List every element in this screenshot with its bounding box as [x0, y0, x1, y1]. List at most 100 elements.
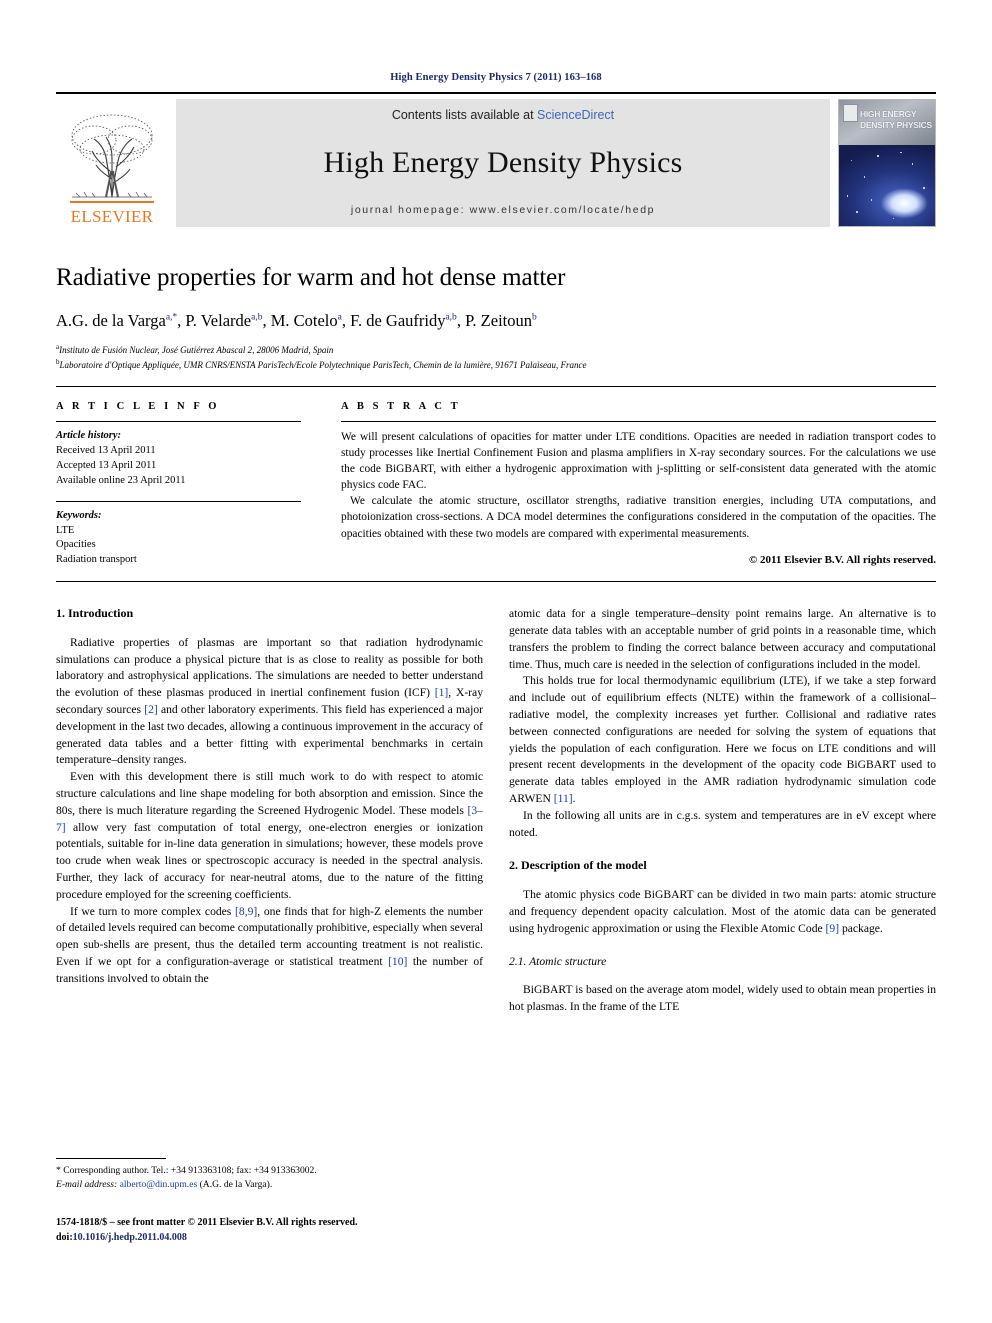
doi-label: doi:	[56, 1231, 73, 1243]
affiliation-list: aInstituto de Fusión Nuclear, José Gutié…	[56, 342, 936, 372]
author-entry: F. de Gaufridya,b	[350, 311, 457, 330]
body-paragraph: If we turn to more complex codes [8,9], …	[56, 904, 483, 988]
body-paragraph: atomic data for a single temperature–den…	[509, 607, 936, 671]
citation-ref[interactable]: [8,9]	[235, 905, 257, 918]
email-link[interactable]: alberto@din.upm.es	[120, 1179, 198, 1190]
author-entry: A.G. de la Vargaa,*	[56, 311, 177, 330]
running-head: High Energy Density Physics 7 (2011) 163…	[390, 72, 602, 83]
history-item: Received 13 April 2011	[56, 444, 156, 456]
citation-ref[interactable]: [2]	[144, 703, 158, 716]
article-info-heading: A R T I C L E I N F O	[56, 401, 220, 413]
cover-artwork	[839, 145, 935, 226]
abstract-body: We will present calculations of opacitie…	[341, 429, 936, 542]
cover-title-line1: HIGH ENERGY	[860, 109, 917, 119]
author-entry: P. Velardea,b	[185, 311, 262, 330]
footnote-email-line: E-mail address: alberto@din.upm.es (A.G.…	[56, 1178, 483, 1192]
info-bottom-rule	[56, 581, 936, 583]
author-entry: M. Coteloa	[271, 311, 342, 330]
body-columns: 1. Introduction Radiative properties of …	[56, 606, 936, 1016]
author-name: A.G. de la Varga	[56, 310, 166, 330]
cover-publisher-mark	[843, 104, 858, 122]
affiliation-item: bLaboratoire d'Optique Appliquée, UMR CN…	[56, 357, 936, 372]
author-sep: ,	[341, 310, 351, 330]
citation-ref[interactable]: [10]	[388, 955, 407, 968]
journal-homepage-line[interactable]: journal homepage: www.elsevier.com/locat…	[351, 204, 655, 216]
citation-ref[interactable]: [11]	[554, 792, 573, 805]
article-history-label: Article history:	[56, 430, 122, 442]
affiliation-text: Laboratoire d'Optique Appliquée, UMR CNR…	[59, 359, 587, 370]
elsevier-tree-icon	[70, 114, 154, 203]
body-column-left: 1. Introduction Radiative properties of …	[56, 606, 483, 1016]
abstract-paragraph: We calculate the atomic structure, oscil…	[341, 495, 936, 540]
author-sep: ,	[262, 310, 271, 330]
subsection-heading-atomic-structure: 2.1. Atomic structure	[509, 955, 607, 969]
author-marks: b	[531, 312, 537, 322]
paragraph-text: package.	[839, 921, 883, 935]
journal-cover-thumbnail: HIGH ENERGY DENSITY PHYSICS	[838, 99, 936, 227]
affiliation-item: aInstituto de Fusión Nuclear, José Gutié…	[56, 342, 936, 357]
keyword-item: LTE	[56, 524, 75, 536]
author-name: P. Zeitoun	[465, 310, 532, 330]
masthead-center-panel: Contents lists available at ScienceDirec…	[176, 99, 830, 227]
corresponding-author-footnote: * Corresponding author. Tel.: +34 913363…	[56, 1158, 483, 1192]
author-name: P. Velarde	[185, 310, 252, 330]
email-label: E-mail address:	[56, 1178, 118, 1190]
article-info-column: A R T I C L E I N F O Article history: R…	[56, 387, 301, 568]
issn-line: 1574-1818/$ – see front matter © 2011 El…	[56, 1217, 358, 1228]
keywords-rule	[56, 500, 301, 502]
footnote-rule	[56, 1158, 166, 1159]
info-abstract-area: A R T I C L E I N F O Article history: R…	[56, 387, 936, 568]
body-paragraph: BiGBART is based on the average atom mod…	[509, 983, 936, 1014]
keyword-item: Radiation transport	[56, 554, 137, 566]
elsevier-logo: ELSEVIER	[56, 99, 168, 227]
paragraph-text: Even with this development there is stil…	[56, 770, 483, 817]
cover-title-text: HIGH ENERGY DENSITY PHYSICS	[860, 109, 933, 130]
footnote-corresponding-line: * Corresponding author. Tel.: +34 913363…	[56, 1164, 483, 1178]
header-rule	[56, 92, 936, 94]
keywords-block: Keywords: LTE Opacities Radiation transp…	[56, 509, 301, 569]
author-list: A.G. de la Vargaa,*, P. Velardea,b, M. C…	[56, 310, 936, 331]
abstract-rule	[341, 421, 936, 423]
doi-line: doi:10.1016/j.hedp.2011.04.008	[56, 1231, 358, 1246]
sciencedirect-link[interactable]: ScienceDirect	[537, 108, 614, 122]
paragraph-text: This holds true for local thermodynamic …	[509, 674, 936, 806]
journal-title: High Energy Density Physics	[323, 146, 683, 179]
email-owner: (A.G. de la Varga).	[199, 1178, 273, 1190]
footnote-corresponding-text: Corresponding author. Tel.: +34 91336310…	[63, 1165, 317, 1176]
cover-title-line2: DENSITY PHYSICS	[860, 119, 932, 130]
article-history-block: Article history: Received 13 April 2011 …	[56, 429, 301, 489]
journal-masthead: ELSEVIER Contents lists available at Sci…	[56, 99, 936, 227]
doi-link[interactable]: 10.1016/j.hedp.2011.04.008	[73, 1232, 187, 1243]
author-marks: a,b	[445, 312, 457, 322]
article-info-rule	[56, 421, 301, 423]
contents-available-line: Contents lists available at ScienceDirec…	[392, 108, 614, 122]
author-marks: a,*	[165, 312, 178, 322]
section-heading-description: 2. Description of the model	[509, 858, 647, 873]
author-entry: P. Zeitounb	[465, 311, 537, 330]
page-title: Radiative properties for warm and hot de…	[56, 264, 566, 291]
elsevier-wordmark: ELSEVIER	[70, 207, 154, 226]
abstract-copyright: © 2011 Elsevier B.V. All rights reserved…	[749, 553, 936, 566]
abstract-paragraph: We will present calculations of opacitie…	[341, 431, 936, 492]
paragraph-text: Radiative properties of plasmas are impo…	[56, 635, 483, 700]
citation-ref[interactable]: [1]	[435, 686, 449, 699]
keywords-label: Keywords:	[56, 509, 102, 521]
body-column-right: atomic data for a single temperature–den…	[509, 606, 936, 1016]
paragraph-text: .	[572, 792, 576, 806]
abstract-column: A B S T R A C T We will present calculat…	[301, 387, 936, 568]
body-paragraph: In the following all units are in c.g.s.…	[509, 808, 936, 839]
keyword-item: Opacities	[56, 539, 96, 551]
body-paragraph: This holds true for local thermodynamic …	[509, 673, 936, 807]
paragraph-text: If we turn to more complex codes	[70, 904, 236, 918]
affiliation-text: Instituto de Fusión Nuclear, José Gutiér…	[59, 344, 334, 355]
author-sep: ,	[456, 310, 466, 330]
issn-doi-footer: 1574-1818/$ – see front matter © 2011 El…	[56, 1216, 358, 1245]
section-heading-introduction: 1. Introduction	[56, 606, 134, 621]
body-paragraph: The atomic physics code BiGBART can be d…	[509, 887, 936, 937]
body-paragraph: Radiative properties of plasmas are impo…	[56, 635, 483, 769]
paragraph-text: allow very fast computation of total ene…	[56, 820, 483, 901]
abstract-heading: A B S T R A C T	[341, 401, 461, 413]
history-item: Accepted 13 April 2011	[56, 459, 157, 471]
history-item: Available online 23 April 2011	[56, 474, 186, 486]
citation-ref[interactable]: [9]	[826, 922, 840, 935]
